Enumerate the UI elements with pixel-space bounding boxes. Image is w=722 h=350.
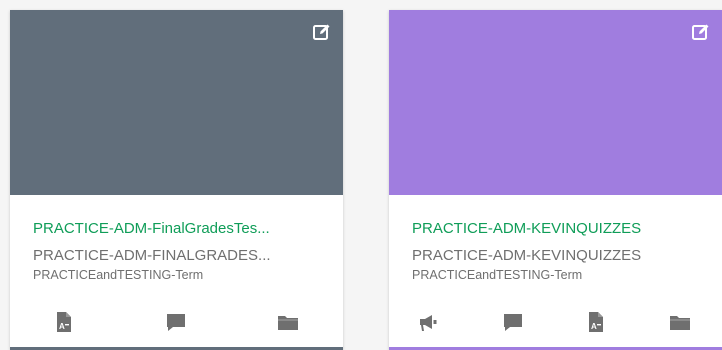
discussions-icon[interactable] — [164, 310, 188, 334]
course-card-hero[interactable] — [389, 10, 722, 195]
edit-icon[interactable] — [312, 22, 332, 42]
course-card-hero[interactable] — [10, 10, 343, 195]
edit-icon[interactable] — [691, 22, 711, 42]
svg-text:A: A — [59, 322, 65, 331]
course-term: PRACTICEandTESTING-Term — [412, 268, 583, 282]
course-term: PRACTICEandTESTING-Term — [33, 268, 204, 282]
course-code: PRACTICE-ADM-FINALGRADES... — [33, 247, 271, 264]
course-code: PRACTICE-ADM-KEVINQUIZZES — [412, 247, 642, 264]
course-card-actions: A — [10, 310, 343, 336]
files-icon[interactable] — [668, 310, 692, 334]
course-card[interactable]: PRACTICE-ADM-FinalGradesTes... PRACTICE-… — [10, 10, 343, 350]
announcements-icon[interactable] — [417, 310, 441, 334]
course-title-link[interactable]: PRACTICE-ADM-KEVINQUIZZES — [412, 220, 704, 238]
files-icon[interactable] — [276, 310, 300, 334]
course-card-actions: A — [389, 310, 722, 336]
discussions-icon[interactable] — [501, 310, 525, 334]
course-title-link[interactable]: PRACTICE-ADM-FinalGradesTes... — [33, 220, 325, 238]
svg-text:A: A — [591, 322, 597, 331]
course-card[interactable]: PRACTICE-ADM-KEVINQUIZZES PRACTICE-ADM-K… — [389, 10, 722, 350]
assignments-icon[interactable]: A — [52, 310, 76, 334]
assignments-icon[interactable]: A — [584, 310, 608, 334]
